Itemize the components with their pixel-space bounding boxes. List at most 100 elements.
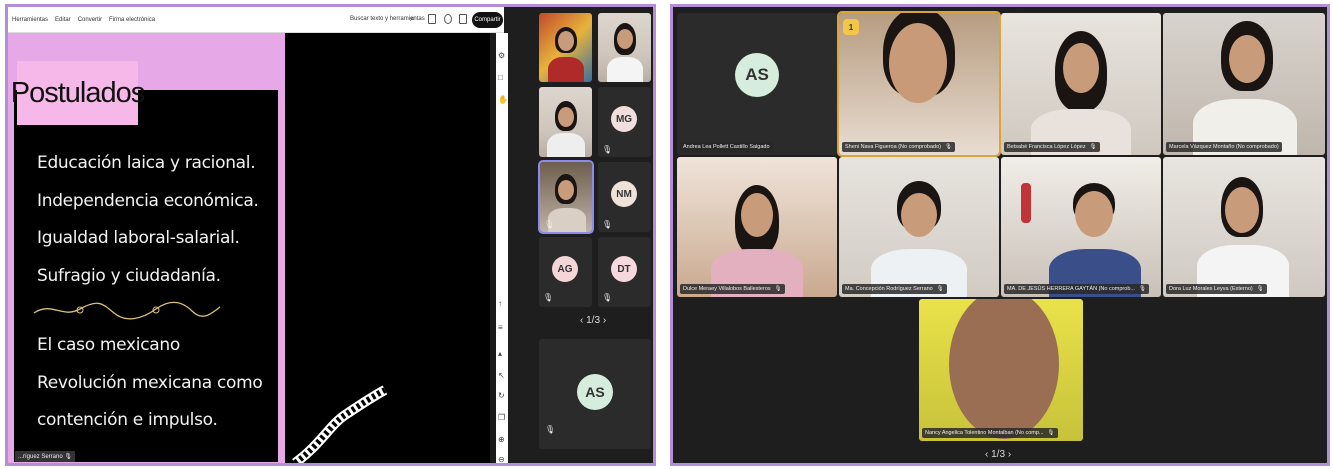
slide-bullet: contención e impulso. bbox=[37, 410, 218, 430]
presenter-name: ...ríguez Serrano bbox=[18, 454, 63, 460]
participant-avatar: DT bbox=[611, 256, 637, 282]
zoom-in-icon[interactable]: ⊕ bbox=[498, 435, 505, 444]
participant-avatar: AS bbox=[735, 53, 779, 97]
microphone-muted-icon: 🎙 bbox=[1047, 430, 1055, 436]
participant-tile[interactable]: MA. DE JESÚS HERRERA GAYTÁN (No comprob.… bbox=[1001, 157, 1161, 297]
microphone-muted-icon: 🎙 bbox=[1138, 286, 1146, 292]
participant-name-label: Andrea Lea Pollett Castillo Salgado bbox=[680, 142, 773, 152]
participant-name-label: Betsabé Francisca López López 🎙 bbox=[1004, 142, 1100, 152]
right-meeting-window: AS Andrea Lea Pollett Castillo Salgado 1… bbox=[670, 4, 1330, 466]
microphone-muted-icon: 🎙 bbox=[945, 144, 952, 150]
up-icon[interactable]: ↑ bbox=[498, 299, 502, 308]
presentation-toolbar: Herramientas Editar Convertir Firma elec… bbox=[8, 7, 504, 33]
menu-item-firma[interactable]: Firma electrónica bbox=[109, 17, 155, 23]
participant-face bbox=[617, 29, 633, 49]
chevron-left-icon[interactable]: ‹ bbox=[580, 315, 583, 326]
search-icon[interactable]: ⌕ bbox=[410, 13, 415, 24]
avatar-tile[interactable]: AG 🎙 bbox=[539, 237, 592, 307]
participant-name: Andrea Lea Pollett Castillo Salgado bbox=[683, 144, 770, 150]
participant-name-label: Marcela Vázquez Montaño (No comprobado) bbox=[1166, 142, 1282, 152]
share-button[interactable]: Compartir bbox=[472, 12, 503, 28]
participant-name: Dulce Meraey Villalobos Ballesteros bbox=[683, 286, 771, 292]
zoom-out-icon[interactable]: ⊖ bbox=[498, 455, 505, 463]
participant-name: MA. DE JESÚS HERRERA GAYTÁN (No comprob.… bbox=[1007, 286, 1135, 292]
participant-name-label: Dulce Meraey Villalobos Ballesteros 🎙 bbox=[680, 284, 785, 294]
settings-icon[interactable]: ⚙ bbox=[498, 51, 505, 60]
bell-icon[interactable] bbox=[444, 14, 452, 24]
participant-tile[interactable]: Dora Luz Morales Leyva (Externo) 🎙 bbox=[1163, 157, 1325, 297]
menu-item-editar[interactable]: Editar bbox=[55, 17, 71, 23]
participant-face bbox=[949, 299, 1059, 439]
microphone-muted-icon: 🎙 bbox=[1089, 144, 1097, 150]
hand-icon[interactable]: ✋ bbox=[498, 95, 508, 104]
pager-label: 1/3 bbox=[586, 315, 601, 326]
participant-name-label: Sheni Nava Figueroa (No comprobado) 🎙 bbox=[842, 142, 955, 152]
participant-body bbox=[548, 57, 584, 82]
participant-tile[interactable]: Nancy Angelica Tolentino Montalban (No c… bbox=[919, 299, 1083, 441]
participant-face bbox=[558, 107, 574, 127]
film-strip-icon bbox=[292, 385, 388, 463]
participant-name: Nancy Angelica Tolentino Montalban (No c… bbox=[925, 430, 1044, 436]
video-tile-active[interactable]: 🎙 bbox=[538, 160, 594, 234]
decoration-cross bbox=[1021, 183, 1031, 223]
print-icon[interactable] bbox=[459, 14, 467, 24]
slide-bullet: Igualdad laboral-salarial. bbox=[37, 228, 240, 248]
participant-face bbox=[558, 180, 574, 200]
fit-icon[interactable]: ≡ bbox=[498, 323, 503, 332]
chevron-right-icon[interactable]: › bbox=[603, 315, 606, 326]
gallery-pager[interactable]: ‹ 1/3 › bbox=[580, 315, 606, 326]
slide-title-box: Postulados bbox=[11, 61, 145, 125]
video-tile[interactable] bbox=[539, 13, 592, 82]
participant-body bbox=[547, 133, 585, 157]
participant-face bbox=[1225, 187, 1259, 233]
participant-tile[interactable]: Ma. Concepción Rodríguez Serrano 🎙 bbox=[839, 157, 999, 297]
copy-icon[interactable]: ❐ bbox=[498, 413, 505, 422]
caret-up-icon[interactable]: ▴ bbox=[498, 349, 502, 358]
slide-bullet: El caso mexicano bbox=[37, 335, 180, 355]
avatar-initials: NM bbox=[616, 188, 632, 200]
slide-bullet: Educación laica y racional. bbox=[37, 153, 256, 173]
participant-tile[interactable]: Marcela Vázquez Montaño (No comprobado) bbox=[1163, 13, 1325, 155]
rotate-icon[interactable]: ↻ bbox=[498, 391, 505, 400]
decorative-swirl-icon bbox=[33, 301, 221, 320]
microphone-muted-icon: 🎙 bbox=[774, 286, 782, 292]
cursor-icon[interactable]: ↖ bbox=[498, 371, 505, 380]
presenter-name-label: ...ríguez Serrano 🎙 bbox=[15, 451, 75, 462]
microphone-muted-icon: 🎙 bbox=[544, 220, 555, 229]
participant-tile[interactable]: Dulce Meraey Villalobos Ballesteros 🎙 bbox=[677, 157, 837, 297]
participant-name-label: Ma. Concepción Rodríguez Serrano 🎙 bbox=[842, 284, 947, 294]
chevron-right-icon[interactable]: › bbox=[1008, 449, 1011, 460]
avatar-initials: MG bbox=[615, 113, 633, 125]
participant-tile[interactable]: Betsabé Francisca López López 🎙 bbox=[1001, 13, 1161, 155]
microphone-icon: 🎙 bbox=[64, 454, 72, 460]
left-meeting-window: Herramientas Editar Convertir Firma elec… bbox=[5, 4, 656, 466]
slide-bullet: Sufragio y ciudadanía. bbox=[37, 265, 221, 286]
slide-bullet-list: Educación laica y racional. Independenci… bbox=[37, 145, 259, 295]
avatar-tile[interactable]: MG 🎙 bbox=[598, 87, 651, 157]
avatar-tile[interactable]: DT 🎙 bbox=[598, 237, 651, 307]
participant-name: Betsabé Francisca López López bbox=[1007, 144, 1086, 150]
video-tile[interactable] bbox=[598, 13, 651, 82]
avatar-initials: AG bbox=[557, 263, 573, 275]
avatar-tile[interactable]: NM 🎙 bbox=[598, 162, 651, 232]
menu-bar: Herramientas Editar Convertir Firma elec… bbox=[12, 17, 155, 23]
participant-tile-active-speaker[interactable]: 1 Sheni Nava Figueroa (No comprobado) 🎙 bbox=[837, 11, 1001, 157]
avatar-tile-large[interactable]: AS 🎙 bbox=[539, 339, 651, 449]
chevron-left-icon[interactable]: ‹ bbox=[985, 449, 988, 460]
slide-bullet: Revolución mexicana como bbox=[37, 372, 263, 393]
raised-hand-badge: 1 bbox=[843, 19, 859, 35]
video-tile[interactable] bbox=[539, 87, 592, 157]
participant-face bbox=[558, 31, 574, 51]
participant-name: Dora Luz Morales Leyva (Externo) bbox=[1169, 286, 1253, 292]
vertical-toolbar: ⚙ □ ✋ ↑ ≡ ▴ ↖ ↻ ❐ ⊕ ⊖ bbox=[496, 33, 508, 463]
participant-tile[interactable]: AS Andrea Lea Pollett Castillo Salgado bbox=[677, 13, 837, 155]
participant-avatar: AG bbox=[552, 256, 578, 282]
page-icon[interactable]: □ bbox=[498, 73, 503, 82]
microphone-muted-icon: 🎙 bbox=[602, 220, 613, 229]
microphone-muted-icon: 🎙 bbox=[545, 425, 556, 434]
menu-item-herramientas[interactable]: Herramientas bbox=[12, 17, 48, 23]
participant-face bbox=[1229, 35, 1265, 83]
document-icon[interactable] bbox=[428, 14, 436, 24]
gallery-pager[interactable]: ‹ 1/3 › bbox=[985, 449, 1011, 460]
menu-item-convertir[interactable]: Convertir bbox=[78, 17, 102, 23]
